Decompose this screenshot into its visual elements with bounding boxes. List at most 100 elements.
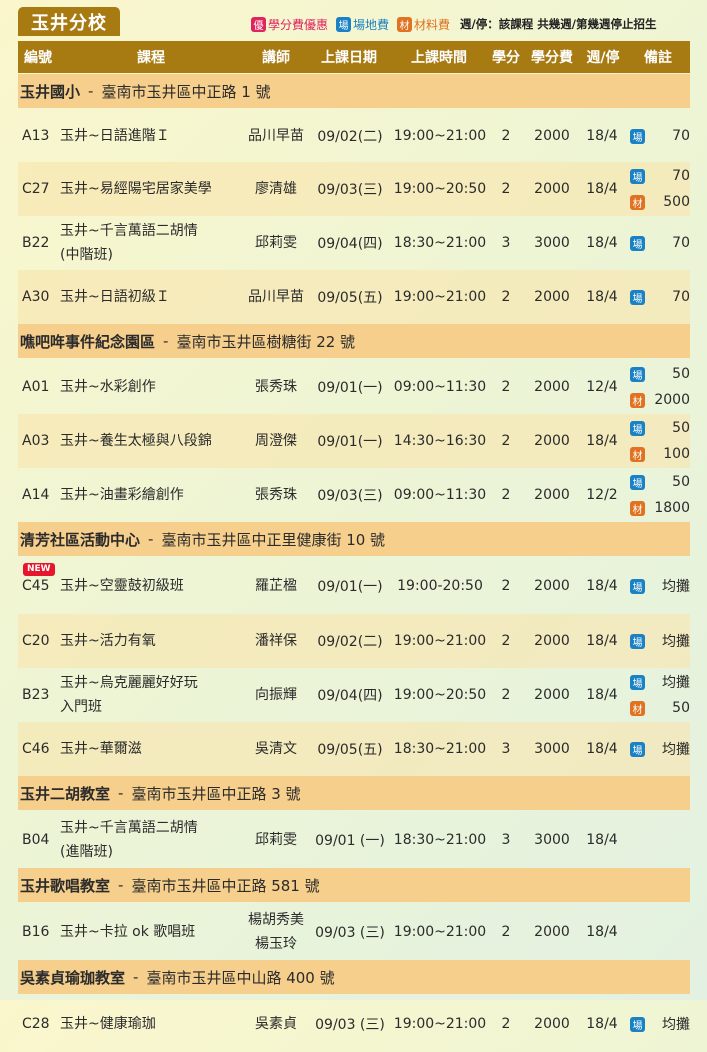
cell-notes: 場 70: [630, 216, 690, 270]
course-name-line: (進階班): [60, 844, 113, 860]
cell-notes: [630, 904, 690, 960]
section-address: 臺南市玉井區樹糖街 22 號: [176, 332, 356, 351]
cell-course: 玉井~油畫彩繪創作: [60, 468, 246, 522]
cell-date: 09/03(三): [317, 182, 383, 198]
cell-course: 玉井~烏克麗麗好好玩 入門班: [60, 668, 246, 722]
cell-course: 玉井~千言萬語二胡情 (進階班): [60, 812, 246, 868]
cell-weeks: 18/4: [586, 832, 618, 848]
cell-weeks: 18/4: [586, 633, 618, 649]
cell-fee: 2000: [534, 181, 570, 197]
course-name-line: 玉井~卡拉 ok 歌唱班: [60, 924, 196, 940]
section-separator: -: [88, 82, 94, 100]
cell-date: 09/05(五): [317, 290, 383, 306]
cell-notes: 場 50 材 2000: [630, 360, 690, 414]
teacher-name: 廖清雄: [255, 181, 297, 197]
section-header: 玉井二胡教室 - 臺南市玉井區中正路 3 號: [18, 776, 690, 810]
venue-fee-icon: 場: [630, 128, 645, 144]
teacher-name: 品川早苗: [248, 128, 304, 144]
teacher-name: 張秀珠: [255, 379, 297, 395]
course-name-line: 入門班: [60, 699, 102, 715]
teacher-name: 邱莉雯: [255, 235, 297, 251]
cell-notes: 場 均攤材 50: [630, 668, 690, 722]
cell-course: 玉井~養生太極與八段錦: [60, 414, 246, 468]
cell-time: 18:30~21:00: [393, 832, 487, 848]
cell-date: 09/03 (三): [315, 1017, 385, 1033]
cell-teacher: 向振輝: [244, 668, 308, 722]
legend-note: 週/停：該課程 共幾週/第幾週停止招生: [460, 17, 657, 31]
teacher-name: 吳素貞: [255, 1016, 297, 1032]
venue-fee-icon: 場: [630, 578, 645, 594]
cell-teacher: 楊胡秀美 楊玉玲: [244, 904, 308, 960]
cell-code: A03: [22, 433, 50, 449]
material-fee-icon: 材: [630, 392, 645, 408]
cell-weeks: 12/4: [586, 379, 618, 395]
cell-course: 玉井~水彩創作: [60, 360, 246, 414]
cell-time: 09:00~11:30: [393, 487, 487, 503]
note-value: 50: [672, 700, 690, 716]
cell-course: 玉井~卡拉 ok 歌唱班: [60, 904, 246, 960]
note-line: 材 2000: [630, 387, 690, 413]
cell-time: 19:00-20:50: [397, 578, 483, 594]
section-separator: -: [163, 332, 169, 350]
teacher-name: 吳清文: [255, 741, 297, 757]
note-line: 場 50: [630, 415, 690, 441]
cell-date: 09/03 (三): [315, 925, 385, 941]
venue-fee-icon: 場: [630, 420, 645, 436]
cell-credits: 2: [501, 433, 511, 449]
note-line: 場 70: [630, 123, 690, 149]
cell-weeks: 18/4: [586, 578, 618, 594]
note-value: 均攤: [662, 675, 690, 691]
section-header: 清芳社區活動中心 - 臺南市玉井區中正里健康街 10 號: [18, 522, 690, 556]
course-name-line: (中階班): [60, 247, 113, 263]
cell-code: B16: [22, 924, 50, 940]
venue-fee-icon: 場: [630, 1016, 645, 1032]
cell-teacher: 品川早苗: [244, 110, 308, 162]
cell-credits: 3: [501, 832, 511, 848]
teacher-name: 潘祥保: [255, 633, 297, 649]
cell-course: 玉井~易經陽宅居家美學: [60, 162, 246, 216]
section-address: 臺南市玉井區中正路 581 號: [131, 876, 320, 895]
cell-course: 玉井~日語初級Ｉ: [60, 270, 246, 324]
cell-code: C45: [22, 578, 50, 594]
table-row: C28 09/03 (三) 19:00~21:00 2 2000 18/4 玉井~健康瑜珈 吳…: [18, 996, 690, 1052]
cell-credits: 2: [501, 487, 511, 503]
cell-teacher: 品川早苗: [244, 270, 308, 324]
table-row: NEW C45 09/01(一) 19:00-20:50 2 2000 18/4 玉井~空靈鼓…: [18, 558, 690, 614]
cell-fee: 2000: [534, 578, 570, 594]
legend-material: 材 材料費: [397, 16, 450, 33]
note-line: 場 均攤: [630, 669, 690, 695]
course-name-line: 玉井~活力有氧: [60, 633, 156, 649]
cell-time: 19:00~20:50: [393, 687, 487, 703]
note-value: 70: [672, 128, 690, 144]
legend-venue: 場 場地費: [336, 16, 389, 33]
teacher-name: 周澄傑: [255, 433, 297, 449]
cell-notes: 場 50 材 100: [630, 414, 690, 468]
cell-course: 玉井~健康瑜珈: [60, 996, 246, 1052]
header-teacher: 講師: [262, 50, 290, 66]
cell-weeks: 18/4: [586, 235, 618, 251]
course-name-line: 玉井~易經陽宅居家美學: [60, 181, 212, 197]
cell-code: B22: [22, 235, 50, 251]
note-value: 50: [672, 366, 690, 382]
note-line: 材 100: [630, 441, 690, 467]
venue-fee-icon: 場: [630, 168, 645, 184]
course-name-line: 玉井~健康瑜珈: [60, 1016, 156, 1032]
header-weeks: 週/停: [586, 50, 620, 66]
section-header: 噍吧哖事件紀念園區 - 臺南市玉井區樹糖街 22 號: [18, 324, 690, 358]
legend-material-label: 材料費: [414, 17, 451, 32]
venue-fee-icon: 場: [630, 474, 645, 490]
cell-fee: 2000: [534, 128, 570, 144]
cell-notes: 場 70: [630, 270, 690, 324]
venue-fee-icon: 場: [630, 366, 645, 382]
cell-teacher: 張秀珠: [244, 360, 308, 414]
table-row: A13 09/02(二) 19:00~21:00 2 2000 18/4 玉井~日語進階Ｉ 品…: [18, 110, 690, 162]
table-row: A14 09/03(三) 09:00~11:30 2 2000 12/2 玉井~油畫彩繪創作…: [18, 468, 690, 522]
cell-date: 09/01(一): [317, 434, 383, 450]
header-course: 課程: [137, 50, 165, 66]
cell-credits: 2: [501, 687, 511, 703]
cell-fee: 2000: [534, 379, 570, 395]
cell-fee: 2000: [534, 687, 570, 703]
header-time: 上課時間: [411, 50, 467, 66]
course-name-line: 玉井~水彩創作: [60, 379, 156, 395]
cell-code: B23: [22, 687, 50, 703]
